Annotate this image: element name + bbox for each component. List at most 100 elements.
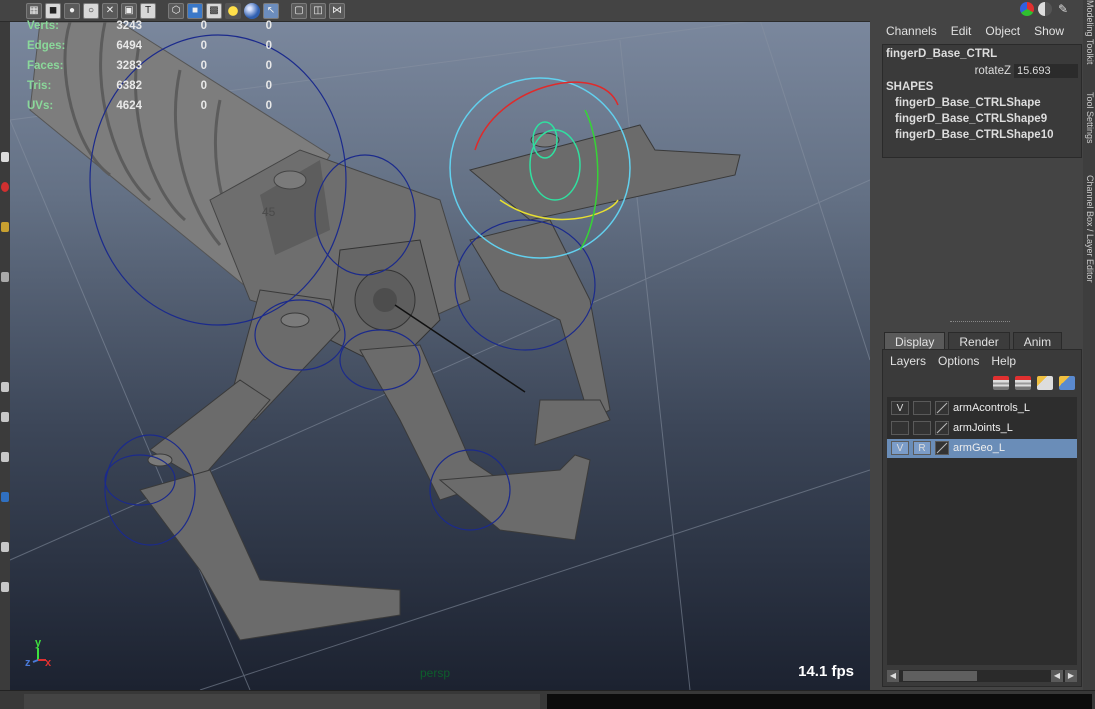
display-type-toggle[interactable]: R <box>913 441 931 455</box>
hud-label: Faces: <box>27 60 64 72</box>
layer-row[interactable]: armJoints_L <box>887 419 1077 438</box>
checker-icon[interactable]: ▩ <box>206 2 222 19</box>
command-line-area[interactable] <box>547 694 1092 709</box>
layer-name[interactable]: armGeo_L <box>953 442 1005 454</box>
menu-channels[interactable]: Channels <box>886 24 937 38</box>
display-type-toggle[interactable] <box>913 401 931 415</box>
tool-icon[interactable] <box>1 452 9 462</box>
menu-object[interactable]: Object <box>985 24 1020 38</box>
menu-help[interactable]: Help <box>991 354 1016 368</box>
smooth-shade-icon[interactable]: ○ <box>83 2 99 19</box>
visibility-toggle[interactable]: V <box>891 401 909 415</box>
hud-value: 4624 <box>116 100 142 112</box>
hud-value: 6382 <box>116 80 142 92</box>
hud-label: UVs: <box>27 100 54 112</box>
angle-marking: 45 <box>262 205 276 219</box>
object-name[interactable]: fingerD_Base_CTRL <box>886 48 997 60</box>
poly-cube-icon[interactable]: ⬡ <box>168 2 184 19</box>
tool-icon[interactable] <box>1 412 9 422</box>
tool-icon[interactable] <box>1 582 9 592</box>
wireframe-on-shaded-icon[interactable]: ▦ <box>26 2 42 19</box>
scroll-left-arrow-icon[interactable]: ◀ <box>1051 670 1063 682</box>
channel-box-layer-editor-panel: ✎ Channels Edit Object Show fingerD_Base… <box>870 0 1095 690</box>
tab-channel-box-layer-editor[interactable]: Channel Box / Layer Editor <box>1083 175 1095 305</box>
tool-icon[interactable] <box>1 382 9 392</box>
hud-value: 0 <box>265 20 272 32</box>
layer-color-swatch[interactable] <box>935 421 949 435</box>
menu-options[interactable]: Options <box>938 354 979 368</box>
horizontal-scrollbar[interactable]: ◀ ◀ ▶ <box>887 670 1077 682</box>
shape-item[interactable]: fingerD_Base_CTRLShape <box>895 97 1041 109</box>
hud-label: Tris: <box>27 80 52 92</box>
finger-middle <box>359 344 591 541</box>
visibility-toggle[interactable]: V <box>891 441 909 455</box>
hud-value: 0 <box>200 60 207 72</box>
tool-icon[interactable] <box>1 272 9 282</box>
tab-modeling-toolkit[interactable]: Modeling Toolkit <box>1083 0 1095 90</box>
tool-icon[interactable] <box>1 492 9 502</box>
scrollbar-thumb[interactable] <box>903 671 977 681</box>
side-tab-strip: Modeling Toolkit Tool Settings Channel B… <box>1083 0 1095 690</box>
hud-value: 6494 <box>116 40 142 52</box>
tool-icon[interactable] <box>1 542 9 552</box>
lighting-icon[interactable]: ● <box>64 2 80 19</box>
move-layer-up-icon[interactable] <box>1037 376 1053 390</box>
fps-readout: 14.1 fps <box>798 663 854 680</box>
menu-edit[interactable]: Edit <box>951 24 972 38</box>
xray-icon[interactable]: ✕ <box>102 2 118 19</box>
hud-value: 0 <box>200 80 207 92</box>
visibility-toggle[interactable] <box>891 421 909 435</box>
menu-show[interactable]: Show <box>1034 24 1064 38</box>
contrast-icon[interactable] <box>1038 2 1052 16</box>
menu-layers[interactable]: Layers <box>890 354 926 368</box>
layer-row[interactable]: V armAcontrols_L <box>887 399 1077 418</box>
share-icon[interactable]: ⋈ <box>329 2 345 19</box>
frame-all-icon[interactable]: ◫ <box>310 2 326 19</box>
hud-label: Edges: <box>27 40 66 52</box>
isolate-icon[interactable]: ▣ <box>121 2 137 19</box>
channel-box: fingerD_Base_CTRL rotateZ 15.693 SHAPES … <box>882 44 1082 158</box>
axis-gizmo: y z x <box>25 637 52 669</box>
hud-value: 0 <box>265 60 272 72</box>
move-layer-down-icon[interactable] <box>1059 376 1075 390</box>
perspective-viewport[interactable]: ▦ ◼ ● ○ ✕ ▣ T ⬡ ■ ▩ ↖ ▢ ◫ ⋈ Verts: 3243 … <box>0 0 870 690</box>
frame-icon[interactable]: ▢ <box>291 2 307 19</box>
record-icon[interactable] <box>1 182 9 192</box>
manipulator-icon[interactable] <box>1020 2 1034 16</box>
sphere-icon[interactable] <box>244 2 260 19</box>
layer-color-swatch[interactable] <box>935 441 949 455</box>
new-layer-icon[interactable] <box>993 376 1009 390</box>
tool-icon[interactable] <box>1 222 9 232</box>
layer-name[interactable]: armJoints_L <box>953 422 1013 434</box>
layer-row-selected[interactable]: V R armGeo_L <box>887 439 1077 458</box>
new-layer-selected-icon[interactable] <box>1015 376 1031 390</box>
attribute-name[interactable]: rotateZ <box>975 65 1011 77</box>
hud-value: 0 <box>265 100 272 112</box>
hud-value: 0 <box>200 20 207 32</box>
pen-icon[interactable]: ✎ <box>1056 2 1070 16</box>
hud-label: Verts: <box>27 20 59 32</box>
select-cursor-icon[interactable]: ↖ <box>263 2 279 19</box>
light-bulb-icon[interactable] <box>225 2 241 19</box>
layer-name[interactable]: armAcontrols_L <box>953 402 1030 414</box>
viewport-panel-toolbar: ▦ ◼ ● ○ ✕ ▣ T ⬡ ■ ▩ ↖ ▢ ◫ ⋈ <box>0 0 870 22</box>
panel-splitter[interactable] <box>950 321 1010 325</box>
shape-item[interactable]: fingerD_Base_CTRLShape10 <box>895 129 1054 141</box>
display-type-toggle[interactable] <box>913 421 931 435</box>
layer-editor-menu: Layers Options Help <box>890 354 1016 368</box>
scroll-left-arrow-icon[interactable]: ◀ <box>887 670 899 682</box>
time-slider-area[interactable] <box>24 694 540 709</box>
attribute-value-field[interactable]: 15.693 <box>1014 64 1078 78</box>
shape-item[interactable]: fingerD_Base_CTRLShape9 <box>895 113 1047 125</box>
text-icon[interactable]: T <box>140 2 156 19</box>
layer-color-swatch[interactable] <box>935 401 949 415</box>
shaded-cube-icon[interactable]: ■ <box>187 2 203 19</box>
layer-editor-icons <box>993 376 1075 390</box>
bottom-strip <box>0 690 1095 709</box>
axis-y-label: y <box>35 637 42 649</box>
scroll-right-arrow-icon[interactable]: ▶ <box>1065 670 1077 682</box>
channel-box-header-icons: ✎ <box>1020 2 1070 16</box>
tool-icon[interactable] <box>1 152 9 162</box>
tab-tool-settings[interactable]: Tool Settings <box>1083 92 1095 172</box>
texture-icon[interactable]: ◼ <box>45 2 61 19</box>
